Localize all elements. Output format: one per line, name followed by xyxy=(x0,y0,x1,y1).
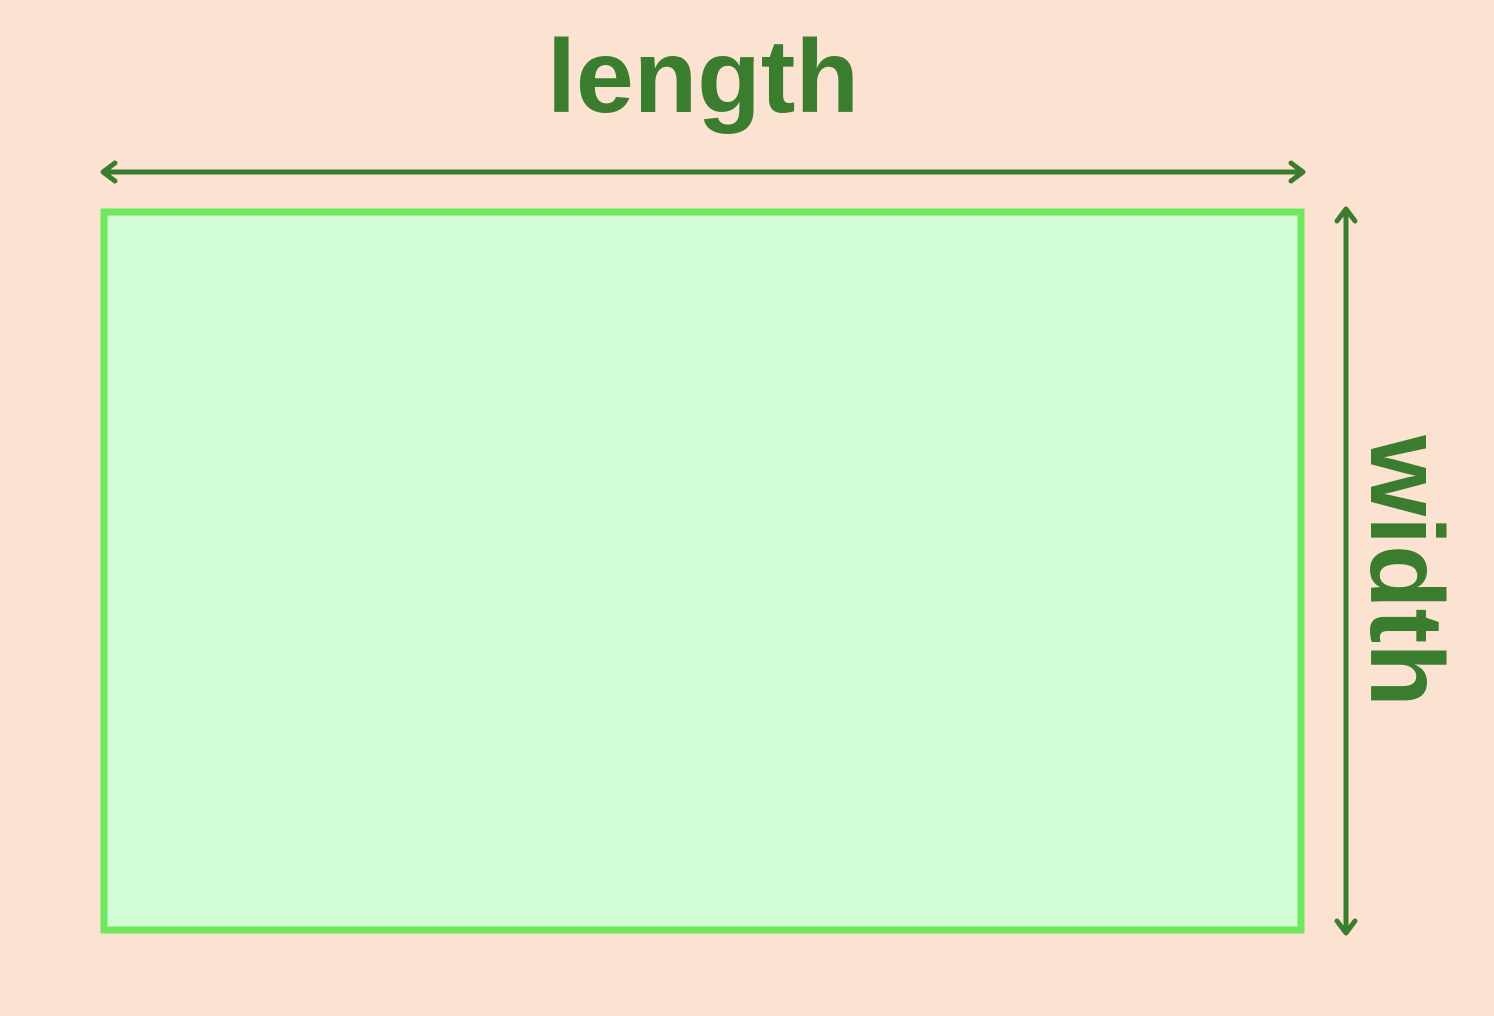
width-label: width xyxy=(1348,434,1464,706)
rectangle-shape xyxy=(100,208,1305,934)
rectangle-dimension-diagram: length width xyxy=(0,0,1494,1016)
length-label: length xyxy=(547,19,859,135)
